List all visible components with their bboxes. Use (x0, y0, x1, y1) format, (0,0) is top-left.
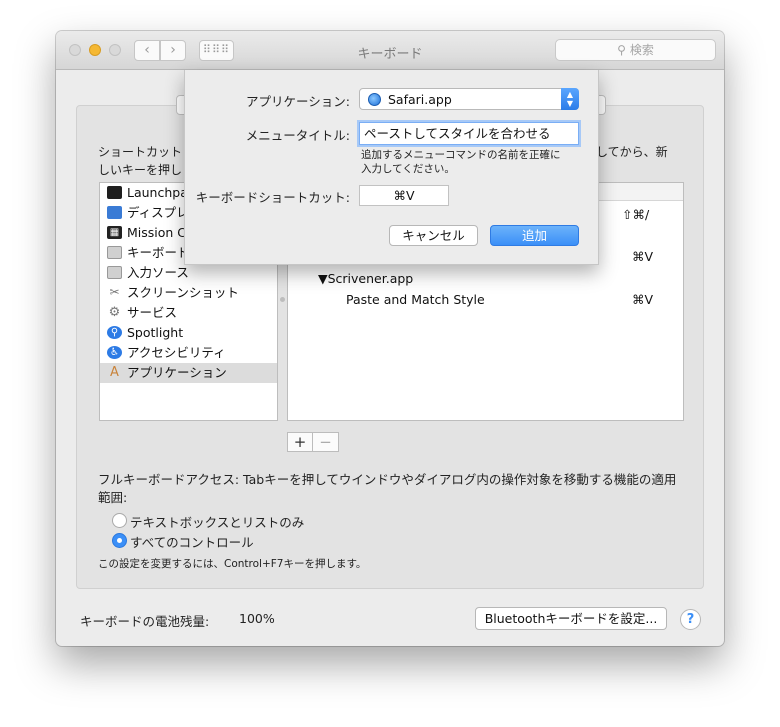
add-shortcut-button[interactable]: + (287, 432, 313, 452)
battery-value: 100% (239, 611, 275, 626)
category-item-accessibility[interactable]: ♿ アクセシビリティ (100, 343, 277, 363)
category-item-spotlight[interactable]: ⚲ Spotlight (100, 323, 277, 343)
accessibility-icon: ♿ (107, 346, 122, 359)
full-keyboard-access-text: フルキーボードアクセス: Tabキーを押してウインドウやダイアログ内の操作対象を… (98, 472, 677, 505)
gear-icon: ⚙ (108, 305, 121, 320)
cancel-button[interactable]: キャンセル (389, 225, 478, 246)
category-label: サービス (127, 305, 178, 320)
setup-bluetooth-keyboard-button[interactable]: Bluetoothキーボードを設定... (475, 607, 667, 630)
intro-text-right: してから、新 (596, 145, 668, 159)
category-label: スクリーンショット (127, 285, 239, 300)
keyboard-shortcut-label: キーボードショートカット: (195, 190, 350, 205)
screenshot-icon: ✂ (109, 285, 120, 299)
launchpad-icon (107, 186, 122, 199)
search-icon: ⚲ (617, 43, 626, 57)
keyboard-icon (107, 246, 122, 259)
shortcut-key[interactable]: ⇧⌘/ (622, 207, 649, 222)
spotlight-icon: ⚲ (107, 326, 122, 339)
radio-label-text-boxes-only[interactable]: テキストボックスとリストのみ (130, 512, 304, 531)
intro-line-2: しいキーを押し (98, 163, 183, 177)
application-icon: A (110, 365, 119, 380)
category-item-applications[interactable]: A アプリケーション (100, 363, 277, 383)
app-group-row[interactable]: ▼Scrivener.app (318, 271, 413, 286)
intro-line-1: ショートカット (98, 145, 183, 159)
shortcut-item-row[interactable]: Paste and Match Style (346, 292, 485, 307)
category-label: 入力ソース (127, 265, 189, 280)
popup-arrows-icon: ▲ ▼ (561, 88, 579, 110)
search-placeholder: 検索 (629, 43, 654, 57)
help-button[interactable]: ? (680, 609, 701, 630)
category-item-services[interactable]: ⚙ サービス (100, 303, 277, 323)
application-label: アプリケーション: (246, 94, 350, 109)
category-label: アクセシビリティ (127, 345, 226, 360)
safari-icon (368, 93, 381, 106)
menu-title-field[interactable]: ペーストしてスタイルを合わせる (359, 122, 579, 145)
menu-title-hint: 追加するメニューコマンドの名前を正確に入力してください。 (361, 149, 561, 175)
radio-all-controls[interactable] (112, 533, 127, 548)
control-f7-note: この設定を変更するには、Control+F7キーを押します。 (98, 558, 367, 570)
application-popup[interactable]: Safari.app ▲ ▼ (359, 88, 579, 110)
menu-title-label: メニュータイトル: (245, 128, 350, 143)
battery-label: キーボードの電池残量: (80, 614, 210, 629)
category-label: アプリケーション (127, 365, 227, 380)
category-item-input-sources[interactable]: 入力ソース (100, 263, 277, 283)
search-input[interactable]: ⚲ 検索 (555, 39, 716, 61)
radio-text-boxes-only[interactable] (112, 513, 127, 528)
shortcuts-intro-text: ショートカット しいキーを押し (98, 143, 188, 179)
add-shortcut-sheet: アプリケーション: Safari.app ▲ ▼ メニュータイトル: ペーストして… (184, 70, 599, 265)
category-item-screenshots[interactable]: ✂ スクリーンショット (100, 283, 277, 303)
split-view-divider[interactable] (280, 297, 285, 302)
category-label: Spotlight (127, 325, 184, 340)
display-icon (107, 206, 122, 219)
application-value: Safari.app (388, 92, 452, 107)
shortcut-key[interactable]: ⌘V (632, 249, 653, 264)
input-source-icon (107, 266, 122, 279)
add-button[interactable]: 追加 (490, 225, 579, 246)
radio-label-all-controls[interactable]: すべてのコントロール (130, 532, 254, 551)
mission-control-icon: ▦ (107, 226, 122, 239)
keyboard-shortcut-field[interactable]: ⌘V (359, 185, 449, 206)
shortcut-key[interactable]: ⌘V (632, 292, 653, 307)
remove-shortcut-button[interactable]: − (313, 432, 339, 452)
title-bar: ‹ › ⠿⠿⠿ キーボード ⚲ 検索 (56, 31, 724, 70)
category-label: キーボード (127, 245, 190, 260)
